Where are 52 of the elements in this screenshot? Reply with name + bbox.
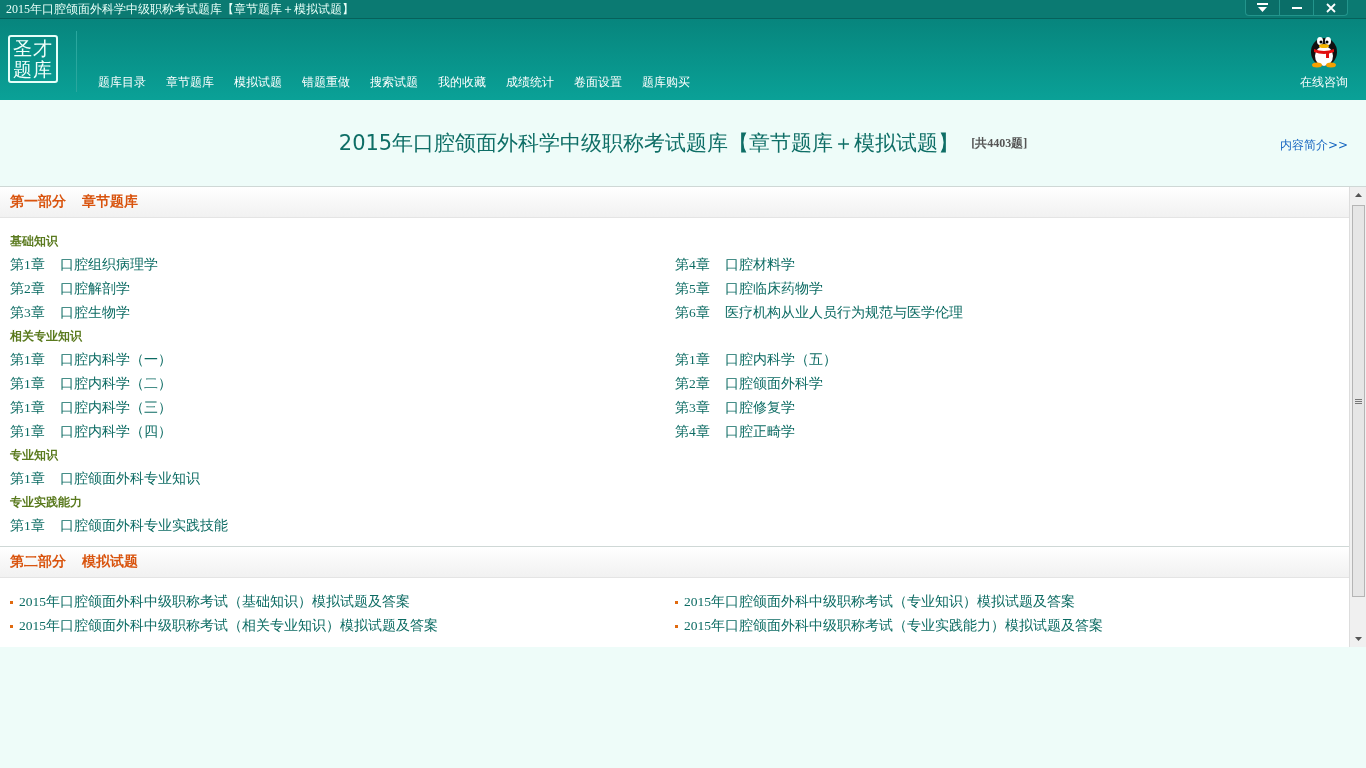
nav-item[interactable]: 错题重做 <box>292 74 360 91</box>
nav-item[interactable]: 搜索试题 <box>360 74 428 91</box>
consult-label[interactable]: 在线咨询 <box>1300 74 1348 91</box>
chapter-link[interactable]: 第4章 口腔正畸学 <box>675 420 1349 444</box>
group-title: 基础知识 <box>10 233 59 250</box>
down-arrow-icon[interactable] <box>1354 637 1362 641</box>
minimize-icon <box>1291 6 1302 9</box>
scroll-thumb[interactable] <box>1351 205 1365 597</box>
part-header: 第二部分 模拟试题 <box>0 546 1349 578</box>
window-title: 2015年口腔颌面外科学中级职称考试题库【章节题库＋模拟试题】 <box>5 0 354 18</box>
chapter-link[interactable]: 第5章 口腔临床药物学 <box>675 277 1349 301</box>
nav-item[interactable]: 章节题库 <box>156 74 224 91</box>
group-title: 相关专业知识 <box>10 328 83 345</box>
nav-item[interactable]: 题库目录 <box>88 74 156 91</box>
group-title: 专业实践能力 <box>10 494 83 511</box>
bullet-icon <box>675 600 678 604</box>
nav-item[interactable]: 卷面设置 <box>564 74 632 91</box>
chapter-link[interactable]: 第1章 口腔内科学（五） <box>675 348 1349 372</box>
group-title: 专业知识 <box>10 447 59 464</box>
bullet-icon <box>675 624 678 628</box>
chapter-link[interactable]: 第3章 口腔生物学 <box>10 301 675 325</box>
nav-item[interactable]: 成绩统计 <box>496 74 564 91</box>
grip-icon <box>1354 398 1362 404</box>
chapter-link[interactable]: 第3章 口腔修复学 <box>675 396 1349 420</box>
chapter-link[interactable]: 第1章 口腔颌面外科专业实践技能 <box>10 514 675 538</box>
page-heading: 2015年口腔颌面外科学中级职称考试题库【章节题库＋模拟试题】 <box>338 130 960 157</box>
chapter-link[interactable]: 第2章 口腔颌面外科学 <box>675 372 1349 396</box>
nav-item[interactable]: 我的收藏 <box>428 74 496 91</box>
question-count: [共4403题] <box>971 134 1028 152</box>
dropdown-icon <box>1257 2 1268 13</box>
chapter-link[interactable]: 第4章 口腔材料学 <box>675 253 1349 277</box>
nav-item[interactable]: 模拟试题 <box>224 74 292 91</box>
chapter-link[interactable]: 第2章 口腔解剖学 <box>10 277 675 301</box>
up-arrow-icon[interactable] <box>1354 193 1362 197</box>
bullet-icon <box>10 600 13 604</box>
intro-link[interactable]: 内容简介>> <box>1279 137 1348 154</box>
chapter-link[interactable]: 第6章 医疗机构从业人员行为规范与医学伦理 <box>675 301 1349 325</box>
logo: 圣才 题库 <box>8 35 58 83</box>
nav-item[interactable]: 题库购买 <box>632 74 700 91</box>
exam-link[interactable]: 2015年口腔颌面外科中级职称考试（相关专业知识）模拟试题及答案 <box>19 617 438 635</box>
bullet-icon <box>10 624 13 628</box>
scrollbar[interactable] <box>1349 187 1366 647</box>
chapter-link[interactable]: 第1章 口腔内科学（四） <box>10 420 675 444</box>
exam-link[interactable]: 2015年口腔颌面外科中级职称考试（基础知识）模拟试题及答案 <box>19 593 410 611</box>
exam-link[interactable]: 2015年口腔颌面外科中级职称考试（专业实践能力）模拟试题及答案 <box>684 617 1103 635</box>
chapter-link[interactable]: 第1章 口腔内科学（一） <box>10 348 675 372</box>
chapter-link[interactable]: 第1章 口腔内科学（三） <box>10 396 675 420</box>
exam-link[interactable]: 2015年口腔颌面外科中级职称考试（专业知识）模拟试题及答案 <box>684 593 1075 611</box>
chapter-link[interactable]: 第1章 口腔内科学（二） <box>10 372 675 396</box>
chapter-link[interactable]: 第1章 口腔颌面外科专业知识 <box>10 467 675 491</box>
close-icon <box>1325 2 1336 13</box>
chapter-link[interactable]: 第1章 口腔组织病理学 <box>10 253 675 277</box>
